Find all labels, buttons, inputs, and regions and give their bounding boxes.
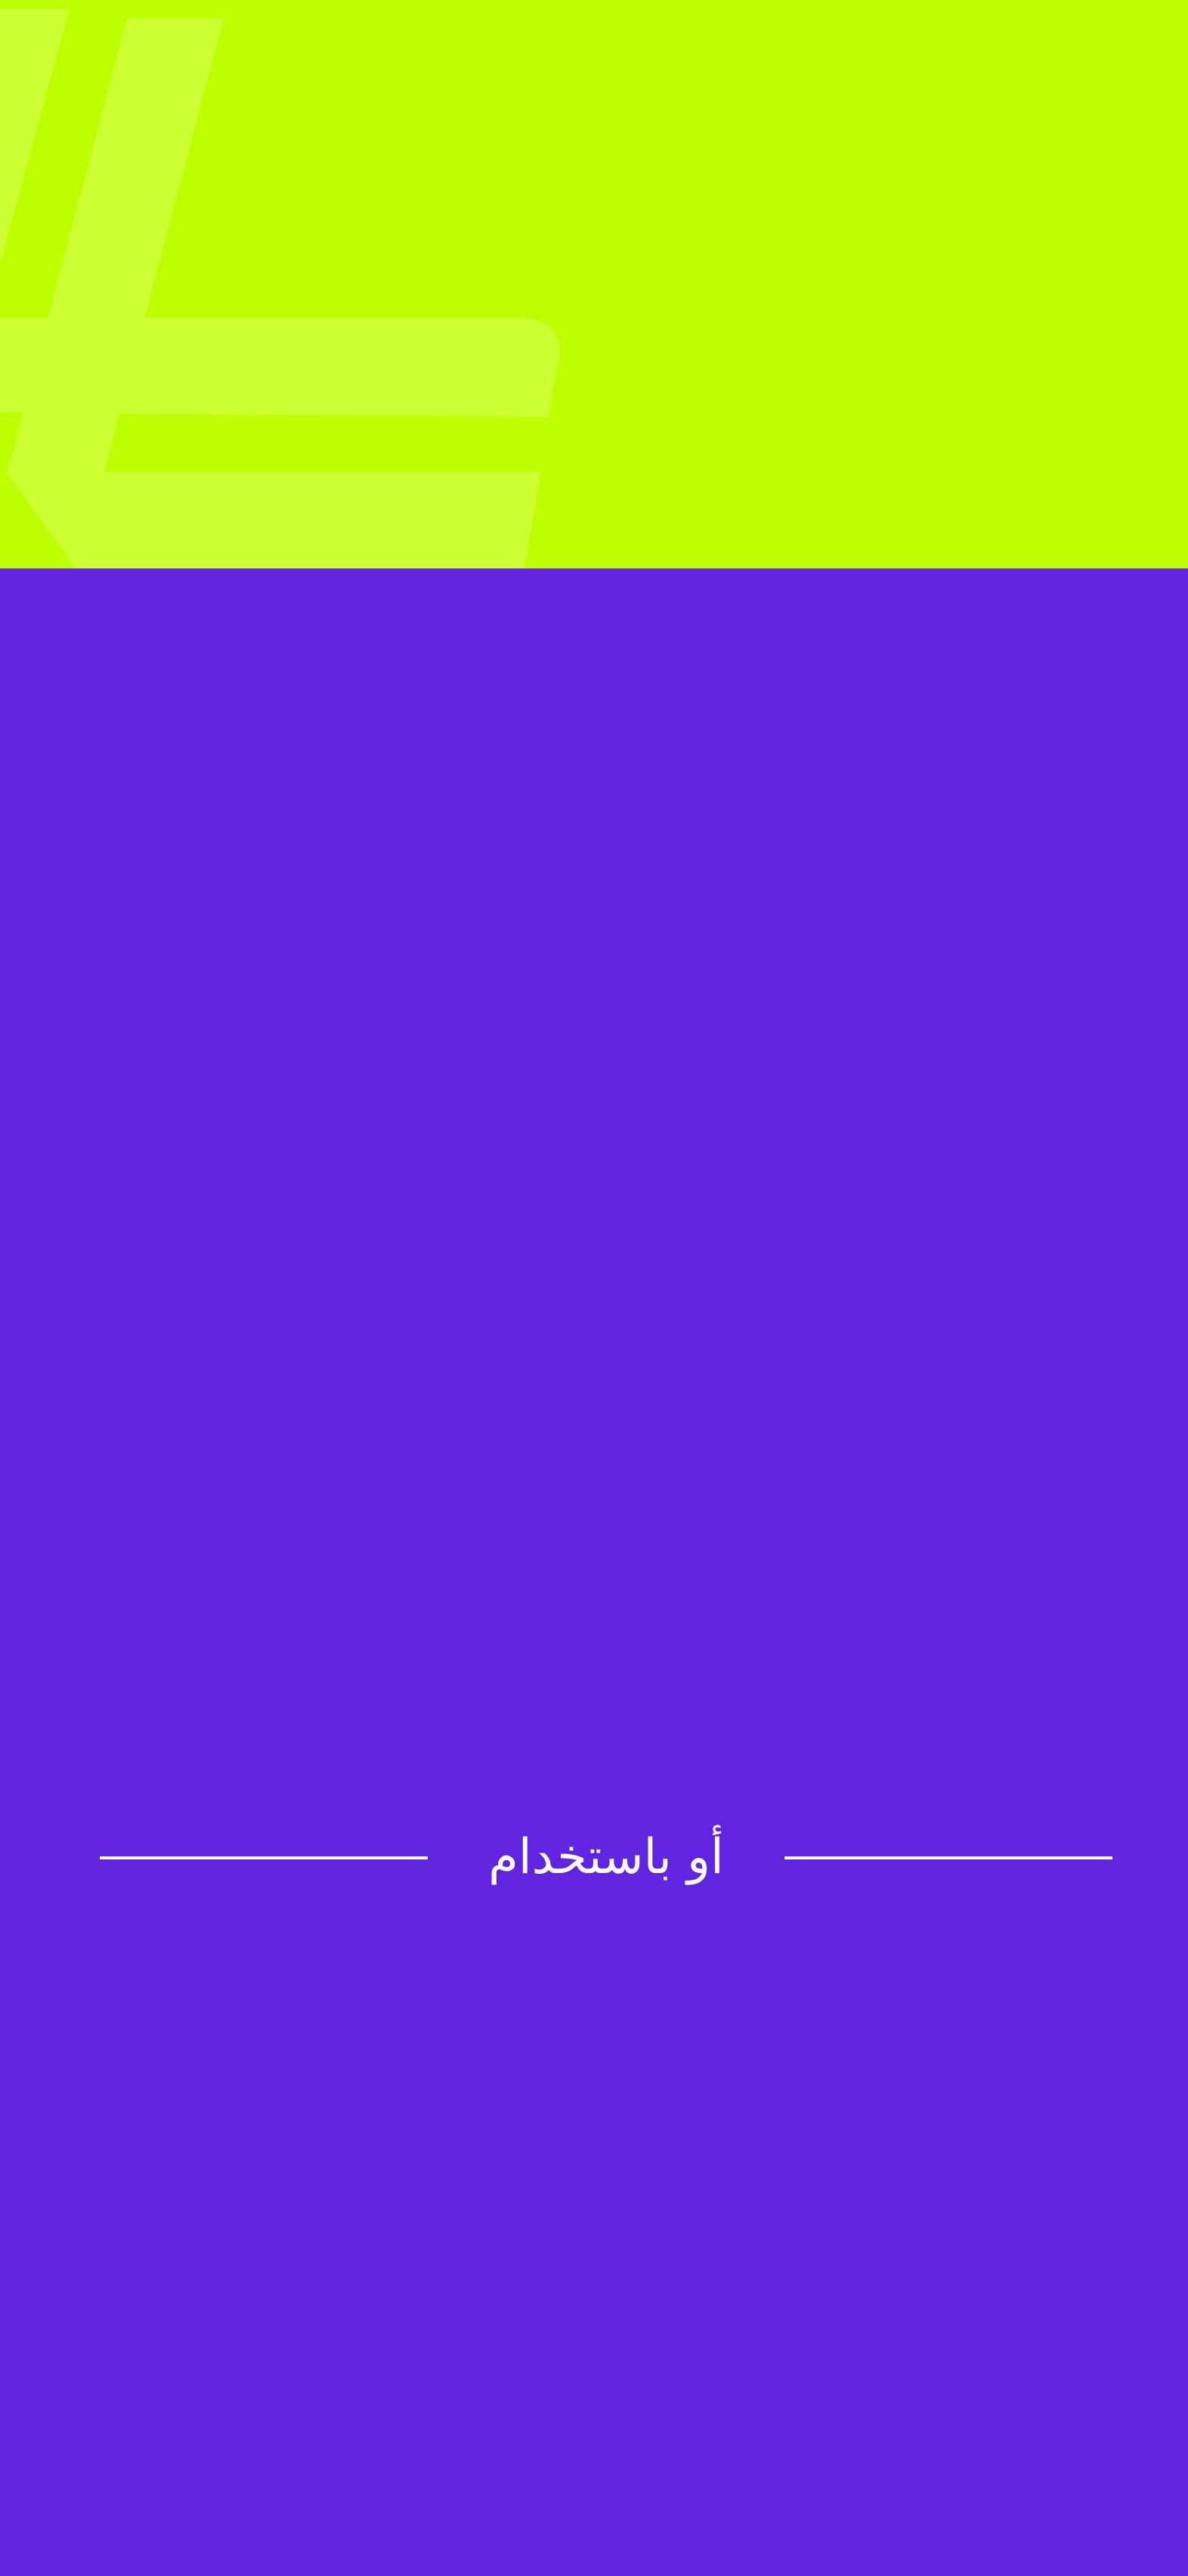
divider-line-left	[100, 1856, 428, 1859]
or-divider: أو باستخدام	[0, 1816, 1188, 1899]
logo-bar-horizontal	[0, 317, 560, 417]
logo-bar-bottom	[6, 472, 541, 568]
hero-banner	[0, 0, 1188, 568]
or-using-label: أو باستخدام	[488, 1829, 724, 1885]
brand-hash-logo-icon	[0, 0, 1188, 568]
divider-line-right	[784, 1856, 1112, 1859]
main-panel	[0, 568, 1188, 2576]
